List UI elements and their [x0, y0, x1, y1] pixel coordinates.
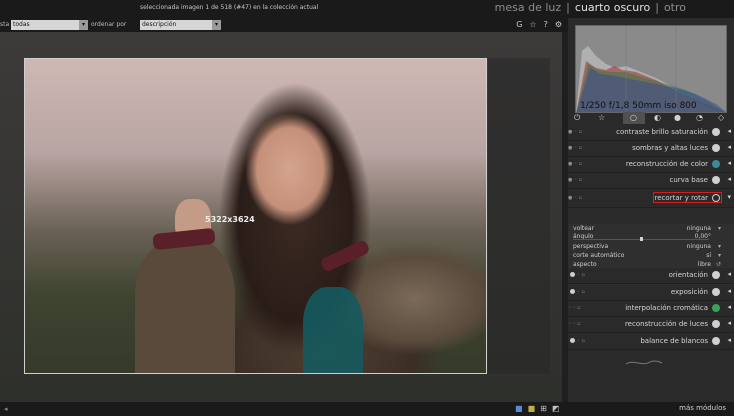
- chevron-down-icon: ▾: [79, 20, 88, 30]
- grouping-icon[interactable]: G: [516, 20, 522, 29]
- module-name: reconstrucción de luces: [624, 320, 708, 328]
- image-dimensions: 5322x3624: [205, 215, 255, 224]
- histogram-graph: [576, 26, 726, 112]
- expand-icon[interactable]: ◂: [727, 159, 731, 167]
- module-color-reconstruction[interactable]: ● ◦ ▫ reconstrucción de color ◂: [568, 157, 734, 173]
- expand-icon[interactable]: ◂: [727, 270, 731, 278]
- module-name: interpolación cromática: [625, 304, 708, 312]
- chevron-down-icon: ▾: [717, 252, 721, 259]
- param-row[interactable]: corte automático sí ▾: [573, 252, 721, 260]
- image-area: 5322x3624: [0, 32, 562, 402]
- collapse-icon[interactable]: ▾: [727, 193, 731, 201]
- view-lighttable[interactable]: mesa de luz: [495, 1, 562, 14]
- demosaic-icon: [712, 304, 720, 312]
- toolbar-icons: G ☆? ⚙: [509, 20, 562, 29]
- module-name: recortar y rotar: [654, 194, 708, 202]
- highlights-icon: [712, 320, 720, 328]
- sort-label: ordenar por: [91, 21, 127, 28]
- tone-group-icon[interactable]: ◐: [654, 113, 661, 122]
- expand-icon[interactable]: ◂: [727, 287, 731, 295]
- overexposure-icon[interactable]: ■: [528, 404, 536, 413]
- module-name: balance de blancos: [640, 337, 708, 345]
- photo-crop-area[interactable]: [24, 58, 487, 374]
- module-name: sombras y altas luces: [632, 144, 708, 152]
- expand-icon[interactable]: ◂: [727, 336, 731, 344]
- view-darkroom[interactable]: cuarto oscuro: [575, 1, 650, 14]
- gear-icon[interactable]: ⚙: [555, 20, 562, 29]
- basic-group-icon[interactable]: ○: [630, 113, 637, 122]
- expand-icon[interactable]: ◂: [727, 175, 731, 183]
- angle-slider-handle[interactable]: [640, 237, 643, 241]
- white-balance-icon: [712, 337, 720, 345]
- power-icon[interactable]: [570, 272, 575, 277]
- gamut-check-icon[interactable]: ◩: [552, 404, 560, 413]
- exif-info: 1/250 f/1,8 50mm iso 800: [580, 101, 697, 111]
- chevron-down-icon: ▾: [717, 243, 721, 250]
- bottom-toolbar: ■ ■ ⊞ ◩: [515, 404, 564, 413]
- color-icon: [712, 160, 720, 168]
- module-crop-rotate[interactable]: ● ◦ ▫ recortar y rotar ▾: [568, 191, 734, 208]
- module-highlight-reconstruction[interactable]: ◦ ◦ ▫ reconstrucción de luces ◂: [568, 317, 734, 333]
- view-switcher: mesa de luz | cuarto oscuro | otro: [494, 1, 686, 14]
- star-icon[interactable]: ☆: [529, 20, 536, 29]
- softproof-icon[interactable]: ⊞: [540, 404, 547, 413]
- sort-value: descripción: [142, 21, 177, 28]
- module-white-balance[interactable]: ◦ ▫ balance de blancos ◂: [568, 334, 734, 350]
- favorites-icon[interactable]: ☆: [598, 113, 605, 122]
- collapse-left-icon[interactable]: ◂: [4, 405, 8, 413]
- expand-icon[interactable]: ◂: [727, 319, 731, 327]
- module-contrast[interactable]: ● ◦ ▫ contraste brillo saturación ◂: [568, 125, 734, 141]
- chevron-down-icon: ▾: [212, 20, 221, 30]
- power-icon[interactable]: [570, 289, 575, 294]
- expand-icon[interactable]: ◂: [727, 303, 731, 311]
- shadows-icon: [712, 144, 720, 152]
- expand-icon[interactable]: ◂: [727, 127, 731, 135]
- filter-bar: sta todas ▾ ordenar por descripción ▾ G ☆…: [0, 18, 568, 32]
- chevron-down-icon: ▾: [717, 225, 721, 232]
- contrast-icon: [712, 128, 720, 136]
- darktable-swirl-logo: [625, 360, 663, 365]
- color-group-icon[interactable]: ●: [674, 113, 681, 122]
- right-panel: 1/250 f/1,8 50mm iso 800 ⏻ ☆ ○ ◐ ● ◔ ◇ ●…: [568, 18, 734, 402]
- color-picker-icon[interactable]: ■: [515, 404, 523, 413]
- curve-icon: [712, 176, 720, 184]
- module-exposure[interactable]: ◦ ▫ exposición ◂: [568, 285, 734, 301]
- module-demosaic[interactable]: ◦ ◦ ▫ interpolación cromática ◂: [568, 301, 734, 317]
- module-base-curve[interactable]: ● ◦ ▫ curva base ◂: [568, 173, 734, 189]
- filter-value: todas: [13, 21, 30, 28]
- expand-icon[interactable]: ◂: [727, 143, 731, 151]
- selection-status: seleccionada imagen 1 de 518 (#47) en la…: [140, 4, 319, 11]
- view-other[interactable]: otro: [664, 1, 686, 14]
- orientation-icon: [712, 271, 720, 279]
- bottom-bar: ◂ ■ ■ ⊞ ◩ más módulos: [0, 402, 734, 416]
- filter-label: sta: [0, 21, 10, 28]
- more-modules-button[interactable]: más módulos: [679, 404, 726, 412]
- sort-select[interactable]: descripción ▾: [140, 20, 221, 30]
- crop-icon: [712, 194, 720, 202]
- module-name: exposición: [670, 288, 708, 296]
- module-shadows[interactable]: ● ◦ ▫ sombras y altas luces ◂: [568, 141, 734, 157]
- help-icon[interactable]: ?: [544, 20, 548, 29]
- module-name: curva base: [669, 176, 708, 184]
- module-orientation[interactable]: ◦ ▫ orientación ◂: [568, 268, 734, 284]
- module-group-tabs: ⏻ ☆ ○ ◐ ● ◔ ◇: [568, 112, 734, 124]
- exposure-icon: [712, 288, 720, 296]
- power-icon[interactable]: [570, 338, 575, 343]
- filter-select[interactable]: todas ▾: [11, 20, 88, 30]
- module-name: contraste brillo saturación: [616, 128, 708, 136]
- reset-icon: ↺: [715, 261, 721, 268]
- module-name: reconstrucción de color: [625, 160, 708, 168]
- correct-group-icon[interactable]: ◔: [696, 113, 703, 122]
- module-name: orientación: [668, 271, 708, 279]
- histogram[interactable]: 1/250 f/1,8 50mm iso 800: [575, 25, 727, 113]
- power-icon[interactable]: ⏻: [574, 113, 580, 123]
- top-bar: seleccionada imagen 1 de 518 (#47) en la…: [0, 0, 734, 18]
- param-row[interactable]: perspectiva ninguna ▾: [573, 243, 721, 251]
- param-row[interactable]: voltear ninguna ▾: [573, 225, 721, 233]
- effect-group-icon[interactable]: ◇: [718, 113, 724, 122]
